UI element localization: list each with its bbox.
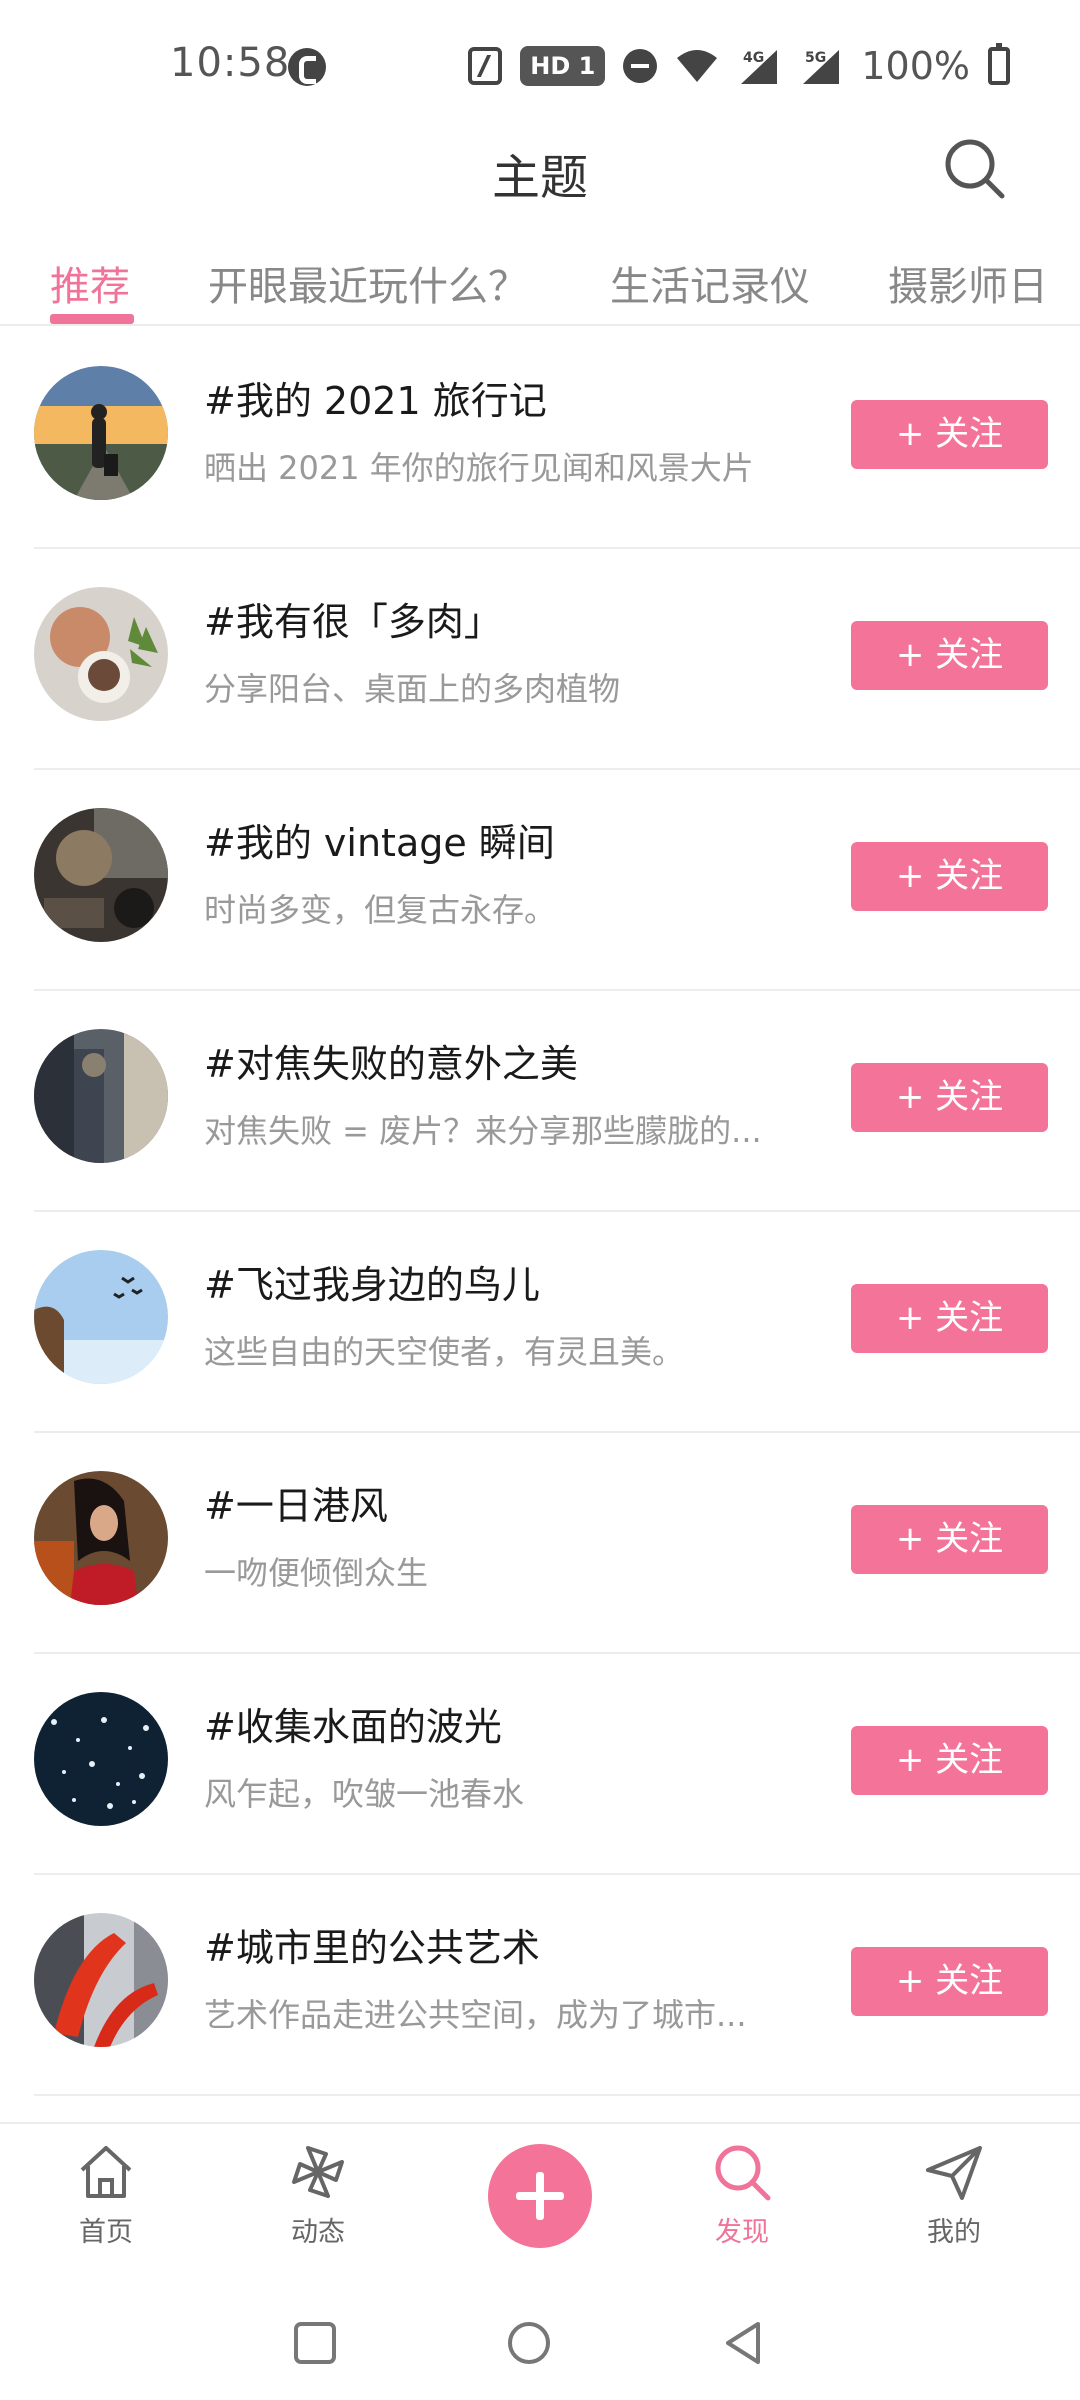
battery-percent: 100% xyxy=(861,44,970,88)
topic-avatar-travel xyxy=(34,366,168,500)
topic-item[interactable]: #城市里的公共艺术 艺术作品走进公共空间，成为了城市... + 关注 xyxy=(0,1875,1080,2096)
paper-plane-icon xyxy=(926,2146,982,2200)
topic-item[interactable]: #我的 vintage 瞬间 时尚多变，但复古永存。 + 关注 xyxy=(0,770,1080,991)
signal-5g-icon: 5G xyxy=(799,46,843,86)
nav-mine-label: 我的 xyxy=(927,2217,981,2248)
follow-button[interactable]: + 关注 xyxy=(851,842,1048,911)
topic-item[interactable]: #飞过我身边的鸟儿 这些自由的天空使者，有灵且美。 + 关注 xyxy=(0,1212,1080,1433)
search-button[interactable] xyxy=(940,134,1010,204)
topic-title: #城市里的公共艺术 xyxy=(204,1926,540,1970)
nav-home-label: 首页 xyxy=(79,2217,133,2248)
topic-description: 分享阳台、桌面上的多肉植物 xyxy=(204,670,621,708)
topic-description: 艺术作品走进公共空间，成为了城市... xyxy=(204,1996,747,2034)
topic-item[interactable]: #一日港风 一吻便倾倒众生 + 关注 xyxy=(0,1433,1080,1654)
battery-icon xyxy=(988,43,1010,85)
topic-description: 这些自由的天空使者，有灵且美。 xyxy=(204,1333,685,1371)
follow-button[interactable]: + 关注 xyxy=(851,1284,1048,1353)
topic-description: 晒出 2021 年你的旅行见闻和风景大片 xyxy=(204,449,754,487)
active-tab-indicator xyxy=(50,314,134,324)
pinwheel-icon xyxy=(292,2146,344,2198)
nfc-icon xyxy=(468,47,503,85)
status-bar: 10:58 HD 1 4G 5G 100% xyxy=(0,0,1080,120)
app-notification-icon xyxy=(288,48,326,86)
nav-feed-label: 动态 xyxy=(291,2217,345,2248)
topic-avatar-birds xyxy=(34,1250,168,1384)
tab-life-recorder[interactable]: 生活记录仪 xyxy=(610,254,810,312)
search-icon xyxy=(715,2145,771,2201)
follow-button[interactable]: + 关注 xyxy=(851,1947,1048,2016)
topic-description: 一吻便倾倒众生 xyxy=(204,1554,429,1592)
recents-icon[interactable] xyxy=(292,2320,338,2366)
follow-button[interactable]: + 关注 xyxy=(851,1505,1048,1574)
topic-title: #飞过我身边的鸟儿 xyxy=(204,1263,540,1307)
topic-item[interactable]: #我有很「多肉」 分享阳台、桌面上的多肉植物 + 关注 xyxy=(0,549,1080,770)
topic-title: #我有很「多肉」 xyxy=(204,600,502,644)
tab-photographer-day[interactable]: 摄影师日 xyxy=(888,254,1048,312)
topic-item[interactable]: #我的 2021 旅行记 晒出 2021 年你的旅行见闻和风景大片 + 关注 xyxy=(0,328,1080,549)
bottom-nav: 首页 动态 发现 我的 xyxy=(0,2122,1080,2280)
nav-discover-label: 发现 xyxy=(715,2217,769,2248)
topic-list: #我的 2021 旅行记 晒出 2021 年你的旅行见闻和风景大片 + 关注 #… xyxy=(0,328,1080,2096)
topic-title: #一日港风 xyxy=(204,1484,388,1528)
system-nav-bar xyxy=(0,2280,1080,2400)
status-time: 10:58 xyxy=(170,40,291,86)
header: 主题 xyxy=(0,120,1080,230)
signal-4g-icon: 4G xyxy=(737,46,781,86)
do-not-disturb-icon xyxy=(623,49,658,83)
follow-button[interactable]: + 关注 xyxy=(851,1726,1048,1795)
topic-title: #我的 vintage 瞬间 xyxy=(204,821,555,865)
topic-description: 风乍起，吹皱一池春水 xyxy=(204,1775,525,1813)
search-icon xyxy=(945,139,1005,199)
home-circle-icon[interactable] xyxy=(506,2320,552,2366)
network-5g-label: 5G xyxy=(805,50,826,66)
nav-mine[interactable]: 我的 xyxy=(894,2140,1014,2249)
topic-title: #我的 2021 旅行记 xyxy=(204,379,547,423)
topic-item[interactable]: #收集水面的波光 风乍起，吹皱一池春水 + 关注 xyxy=(0,1654,1080,1875)
topic-title: #对焦失败的意外之美 xyxy=(204,1042,578,1086)
page-title: 主题 xyxy=(491,150,588,206)
follow-button[interactable]: + 关注 xyxy=(851,621,1048,690)
topic-avatar-vintage xyxy=(34,808,168,942)
topic-tabs: 推荐 开眼最近玩什么？ 生活记录仪 摄影师日 xyxy=(0,240,1080,326)
tab-eyeopener-playing[interactable]: 开眼最近玩什么？ xyxy=(208,254,528,312)
wifi-icon xyxy=(677,50,718,82)
add-post-button[interactable] xyxy=(488,2144,592,2248)
follow-button[interactable]: + 关注 xyxy=(851,1063,1048,1132)
network-4g-label: 4G xyxy=(743,50,764,66)
nav-discover[interactable]: 发现 xyxy=(682,2140,802,2249)
nav-home[interactable]: 首页 xyxy=(46,2140,166,2249)
topic-avatar-hk-style xyxy=(34,1471,168,1605)
tab-recommend[interactable]: 推荐 xyxy=(50,254,130,312)
divider xyxy=(34,2094,1080,2096)
topic-avatar-succulent xyxy=(34,587,168,721)
back-icon[interactable] xyxy=(720,2320,766,2366)
topic-avatar-water xyxy=(34,1692,168,1826)
topic-description: 时尚多变，但复古永存。 xyxy=(204,891,557,929)
topic-avatar-blur xyxy=(34,1029,168,1163)
status-icons: HD 1 4G 5G 100% xyxy=(468,43,1010,88)
topic-item[interactable]: #对焦失败的意外之美 对焦失败 = 废片？来分享那些朦胧的... + 关注 xyxy=(0,991,1080,1212)
topic-avatar-public-art xyxy=(34,1913,168,2047)
topic-title: #收集水面的波光 xyxy=(204,1705,502,1749)
home-icon xyxy=(80,2146,132,2198)
hd-voice-badge: HD 1 xyxy=(520,46,606,86)
follow-button[interactable]: + 关注 xyxy=(851,400,1048,469)
topic-description: 对焦失败 = 废片？来分享那些朦胧的... xyxy=(204,1112,762,1150)
nav-feed[interactable]: 动态 xyxy=(258,2140,378,2249)
